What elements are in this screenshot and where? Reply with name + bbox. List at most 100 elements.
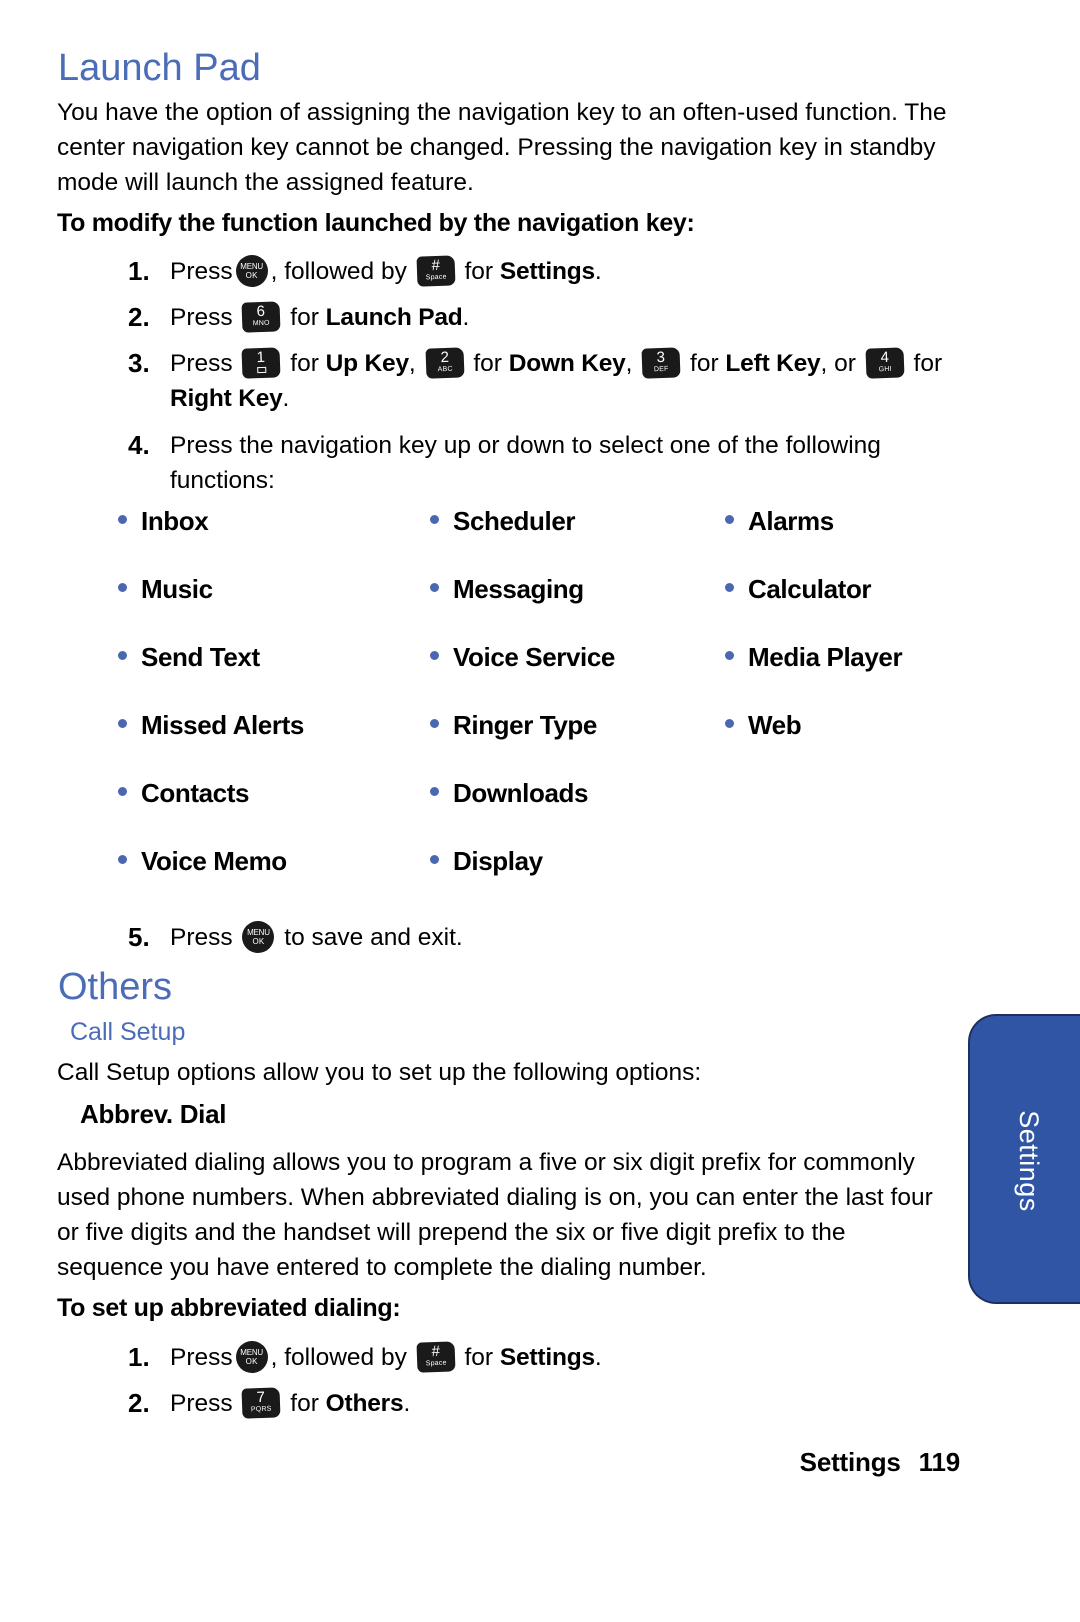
function-item-voice-memo[interactable]: Voice Memo — [118, 846, 430, 914]
launchpad-target: Launch Pad — [325, 304, 463, 331]
number-3-key-sub: DEF — [653, 365, 669, 374]
function-label: Scheduler — [453, 506, 576, 536]
number-1-key[interactable]: 1 — [241, 347, 281, 379]
function-item-media-player[interactable]: Media Player — [725, 642, 1037, 710]
function-row: Inbox Scheduler Alarms — [118, 506, 948, 574]
pound-key-sub: Space — [425, 1359, 447, 1368]
function-item-downloads[interactable]: Downloads — [430, 778, 725, 846]
number-2-key-digit: 2 — [439, 348, 449, 367]
for-word-3: for — [690, 350, 719, 377]
pound-space-key[interactable]: # Space — [416, 255, 456, 287]
launchpad-step-2: 2. Press 6 MNO for Launch Pad. — [128, 300, 958, 335]
settings-target: Settings — [499, 1344, 595, 1371]
others-section-title: Others — [58, 966, 173, 1008]
down-key-target: Down Key — [508, 350, 626, 377]
number-7-key[interactable]: 7 PQRS — [241, 1387, 281, 1419]
function-label: Media Player — [748, 642, 903, 672]
save-exit-text: to save and exit. — [284, 924, 463, 951]
function-item-inbox[interactable]: Inbox — [118, 506, 430, 574]
function-item-send-text[interactable]: Send Text — [118, 642, 430, 710]
bullet-icon — [118, 855, 127, 864]
pound-key-digit: # — [430, 256, 440, 275]
bullet-icon — [725, 583, 734, 592]
number-2-key-sub: ABC — [437, 365, 453, 374]
up-key-target: Up Key — [325, 350, 409, 377]
function-label: Display — [453, 846, 543, 876]
bullet-icon — [118, 719, 127, 728]
function-row: Send Text Voice Service Media Player — [118, 642, 948, 710]
bullet-icon — [430, 583, 439, 592]
step-number: 5. — [128, 922, 150, 952]
function-item-contacts[interactable]: Contacts — [118, 778, 430, 846]
pound-space-key[interactable]: # Space — [416, 1341, 456, 1373]
for-word: for — [464, 258, 494, 285]
step-number: 4. — [128, 430, 150, 460]
function-label: Music — [141, 574, 213, 604]
bullet-icon — [118, 515, 127, 524]
for-word-4: for — [913, 350, 943, 377]
menu-ok-key[interactable]: MENU OK — [235, 255, 268, 287]
footer-page-number: 119 — [918, 1447, 961, 1477]
step-text: Press the navigation key up or down to s… — [170, 432, 881, 494]
launchpad-step-1: 1. Press MENU OK, followed by # Space for S… — [128, 254, 958, 289]
menu-ok-key-digit: MENU — [240, 262, 264, 271]
period: . — [594, 1344, 602, 1371]
press-word: Press — [170, 924, 233, 951]
function-item-voice-service[interactable]: Voice Service — [430, 642, 725, 710]
menu-ok-key[interactable]: MENU OK — [242, 921, 275, 953]
step-number: 2. — [128, 302, 150, 332]
menu-ok-key-sub: OK — [245, 1357, 258, 1366]
voicemail-icon — [257, 366, 267, 374]
footer-section-name: Settings — [799, 1447, 901, 1477]
launchpad-function-list: Inbox Scheduler Alarms Music Messaging C… — [118, 506, 948, 914]
function-item-messaging[interactable]: Messaging — [430, 574, 725, 642]
menu-ok-key-sub: OK — [252, 937, 265, 946]
bullet-icon — [430, 515, 439, 524]
function-item-alarms[interactable]: Alarms — [725, 506, 1037, 574]
number-6-key[interactable]: 6 MNO — [241, 301, 281, 333]
launchpad-step-4: 4. Press the navigation key up or down t… — [128, 428, 918, 498]
step-text: Press MENU OK, followed by # Space for Sett… — [170, 1340, 602, 1375]
intro-paragraph: You have the option of assigning the nav… — [57, 99, 947, 196]
function-item-ringer-type[interactable]: Ringer Type — [430, 710, 725, 778]
comma-1: , — [408, 350, 416, 377]
number-2-key[interactable]: 2 ABC — [425, 347, 465, 379]
period: . — [594, 258, 602, 285]
for-word: for — [290, 304, 319, 331]
for-word-2: for — [473, 350, 502, 377]
step-number: 1. — [128, 256, 150, 286]
side-tab-label: Settings — [1014, 1110, 1045, 1212]
launchpad-step-5: 5. Press MENU OK to save and exit. — [128, 920, 918, 955]
bullet-icon — [725, 515, 734, 524]
call-setup-title: Call Setup — [70, 1018, 186, 1046]
menu-ok-key[interactable]: MENU OK — [235, 1341, 268, 1373]
function-label: Contacts — [141, 778, 250, 808]
period: . — [462, 304, 470, 331]
function-label: Calculator — [748, 574, 872, 604]
function-label: Missed Alerts — [141, 710, 304, 740]
section-side-tab[interactable]: Settings — [968, 1014, 1080, 1304]
press-word: Press — [170, 1344, 233, 1371]
step-text: Press MENU OK to save and exit. — [170, 920, 463, 955]
launchpad-procedure-title: To modify the function launched by the n… — [57, 209, 695, 237]
function-item-music[interactable]: Music — [118, 574, 430, 642]
menu-ok-key-sub: OK — [245, 271, 258, 280]
function-label: Messaging — [453, 574, 584, 604]
function-row: Music Messaging Calculator — [118, 574, 948, 642]
number-3-key[interactable]: 3 DEF — [641, 347, 681, 379]
number-4-key-digit: 4 — [880, 348, 889, 367]
function-item-display[interactable]: Display — [430, 846, 725, 914]
call-setup-intro: Call Setup options allow you to set up t… — [57, 1059, 702, 1086]
function-item-scheduler[interactable]: Scheduler — [430, 506, 725, 574]
number-4-key[interactable]: 4 GHI — [865, 347, 905, 379]
manual-page: Launch Pad You have the option of assign… — [0, 0, 1080, 1622]
function-item-missed-alerts[interactable]: Missed Alerts — [118, 710, 430, 778]
bullet-icon — [430, 855, 439, 864]
number-7-key-digit: 7 — [256, 1388, 266, 1407]
comma-2: , — [625, 350, 633, 377]
or-word: , or — [820, 350, 856, 377]
step-text: Press MENU OK, followed by # Space for Sett… — [170, 254, 602, 289]
function-item-calculator[interactable]: Calculator — [725, 574, 1037, 642]
function-label: Voice Memo — [141, 846, 287, 876]
function-item-web[interactable]: Web — [725, 710, 1037, 778]
